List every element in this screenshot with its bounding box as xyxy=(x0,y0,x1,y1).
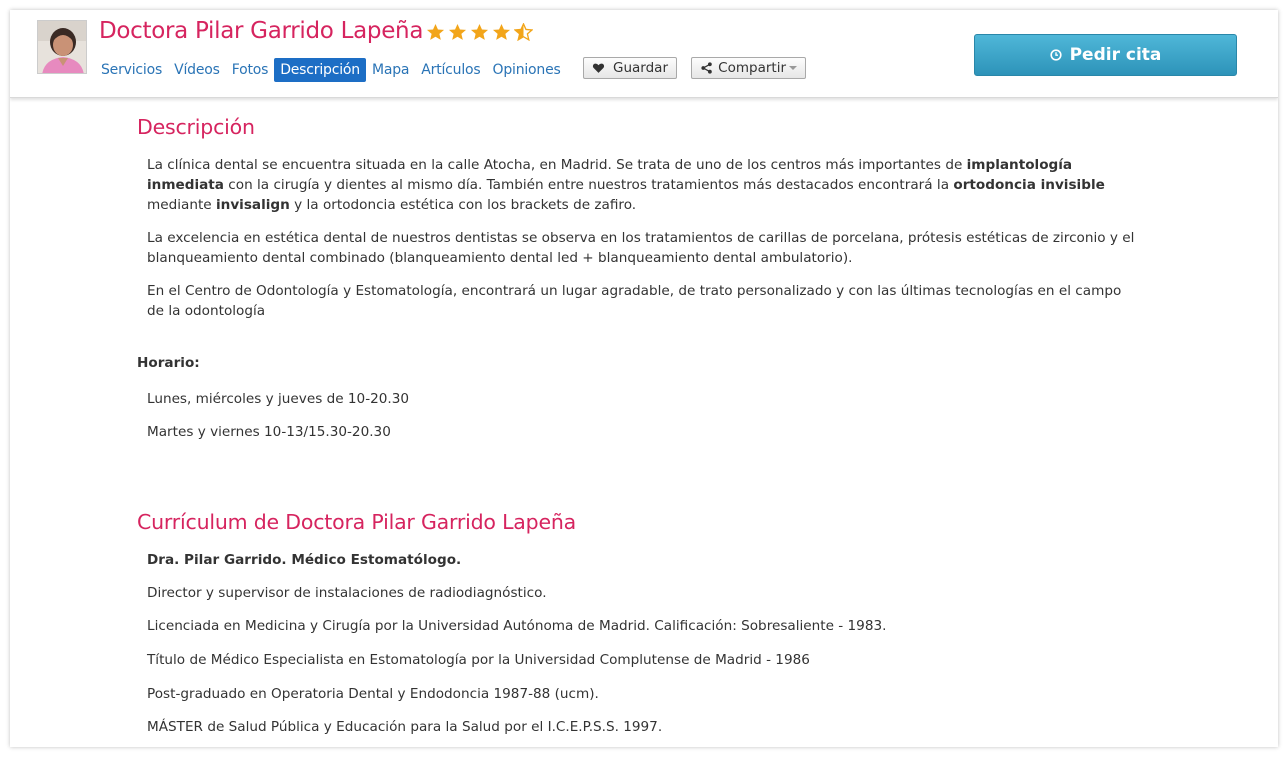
star-icon xyxy=(470,23,489,40)
book-appointment-button[interactable]: Pedir cita xyxy=(974,34,1237,76)
schedule-label: Horario: xyxy=(137,355,200,371)
curriculum-title: Dra. Pilar Garrido. Médico Estomatólogo. xyxy=(147,552,462,568)
description-paragraph-1: La clínica dental se encuentra situada e… xyxy=(147,155,1137,215)
tab-fotos[interactable]: Fotos xyxy=(226,58,274,82)
tab-articulos[interactable]: Artículos xyxy=(415,58,486,82)
tab-mapa[interactable]: Mapa xyxy=(366,58,415,82)
heart-icon xyxy=(592,63,605,73)
tab-videos[interactable]: Vídeos xyxy=(168,58,226,82)
profile-header: Doctora Pilar Garrido Lapeña Servicios V… xyxy=(10,10,1278,98)
curriculum-item: Título de Médico Especialista en Estomat… xyxy=(147,652,810,668)
curriculum-item: Director y supervisor de instalaciones d… xyxy=(147,585,547,601)
share-icon xyxy=(701,62,712,74)
description-text: mediante xyxy=(147,197,216,213)
schedule-line: Lunes, miércoles y jueves de 10-20.30 xyxy=(147,391,410,407)
chevron-down-icon xyxy=(789,66,797,70)
description-paragraph-2: La excelencia en estética dental de nues… xyxy=(147,230,1135,266)
star-icon xyxy=(426,23,445,40)
star-icon xyxy=(492,23,511,40)
description-bold: ortodoncia invisible xyxy=(953,177,1105,193)
clock-icon xyxy=(1049,49,1062,61)
star-half-icon xyxy=(514,23,533,41)
curriculum-heading: Currículum de Doctora Pilar Garrido Lape… xyxy=(137,510,577,534)
rating-stars xyxy=(426,23,533,41)
star-icon xyxy=(448,23,467,40)
schedule-line: Martes y viernes 10-13/15.30-20.30 xyxy=(147,424,391,440)
description-text: con la cirugía y dientes al mismo día. T… xyxy=(223,177,954,193)
tab-descripcion[interactable]: Descripción xyxy=(274,58,366,82)
description-text: La clínica dental se encuentra situada e… xyxy=(147,157,967,173)
curriculum-item: Post-graduado en Operatoria Dental y End… xyxy=(147,686,599,702)
save-button[interactable]: Guardar xyxy=(583,57,677,79)
doctor-name: Doctora Pilar Garrido Lapeña xyxy=(99,18,424,44)
share-label: Compartir xyxy=(718,60,786,76)
avatar-photo xyxy=(38,21,86,73)
share-button[interactable]: Compartir xyxy=(691,57,806,79)
avatar[interactable] xyxy=(37,20,87,74)
tab-opiniones[interactable]: Opiniones xyxy=(487,58,567,82)
curriculum-item: MÁSTER de Salud Pública y Educación para… xyxy=(147,719,663,735)
tab-servicios[interactable]: Servicios xyxy=(95,58,168,82)
description-bold: invisalign xyxy=(215,197,290,213)
book-appointment-label: Pedir cita xyxy=(1069,45,1162,65)
page-frame: Doctora Pilar Garrido Lapeña Servicios V… xyxy=(10,10,1278,747)
description-text: y la ortodoncia estética con los bracket… xyxy=(289,197,637,213)
description-paragraph-3: En el Centro de Odontología y Estomatolo… xyxy=(147,283,1122,319)
description-heading: Descripción xyxy=(137,115,255,139)
curriculum-item: Licenciada en Medicina y Cirugía por la … xyxy=(147,618,887,634)
save-label: Guardar xyxy=(613,60,668,76)
profile-tabs: Servicios Vídeos Fotos Descripción Mapa … xyxy=(95,56,567,84)
